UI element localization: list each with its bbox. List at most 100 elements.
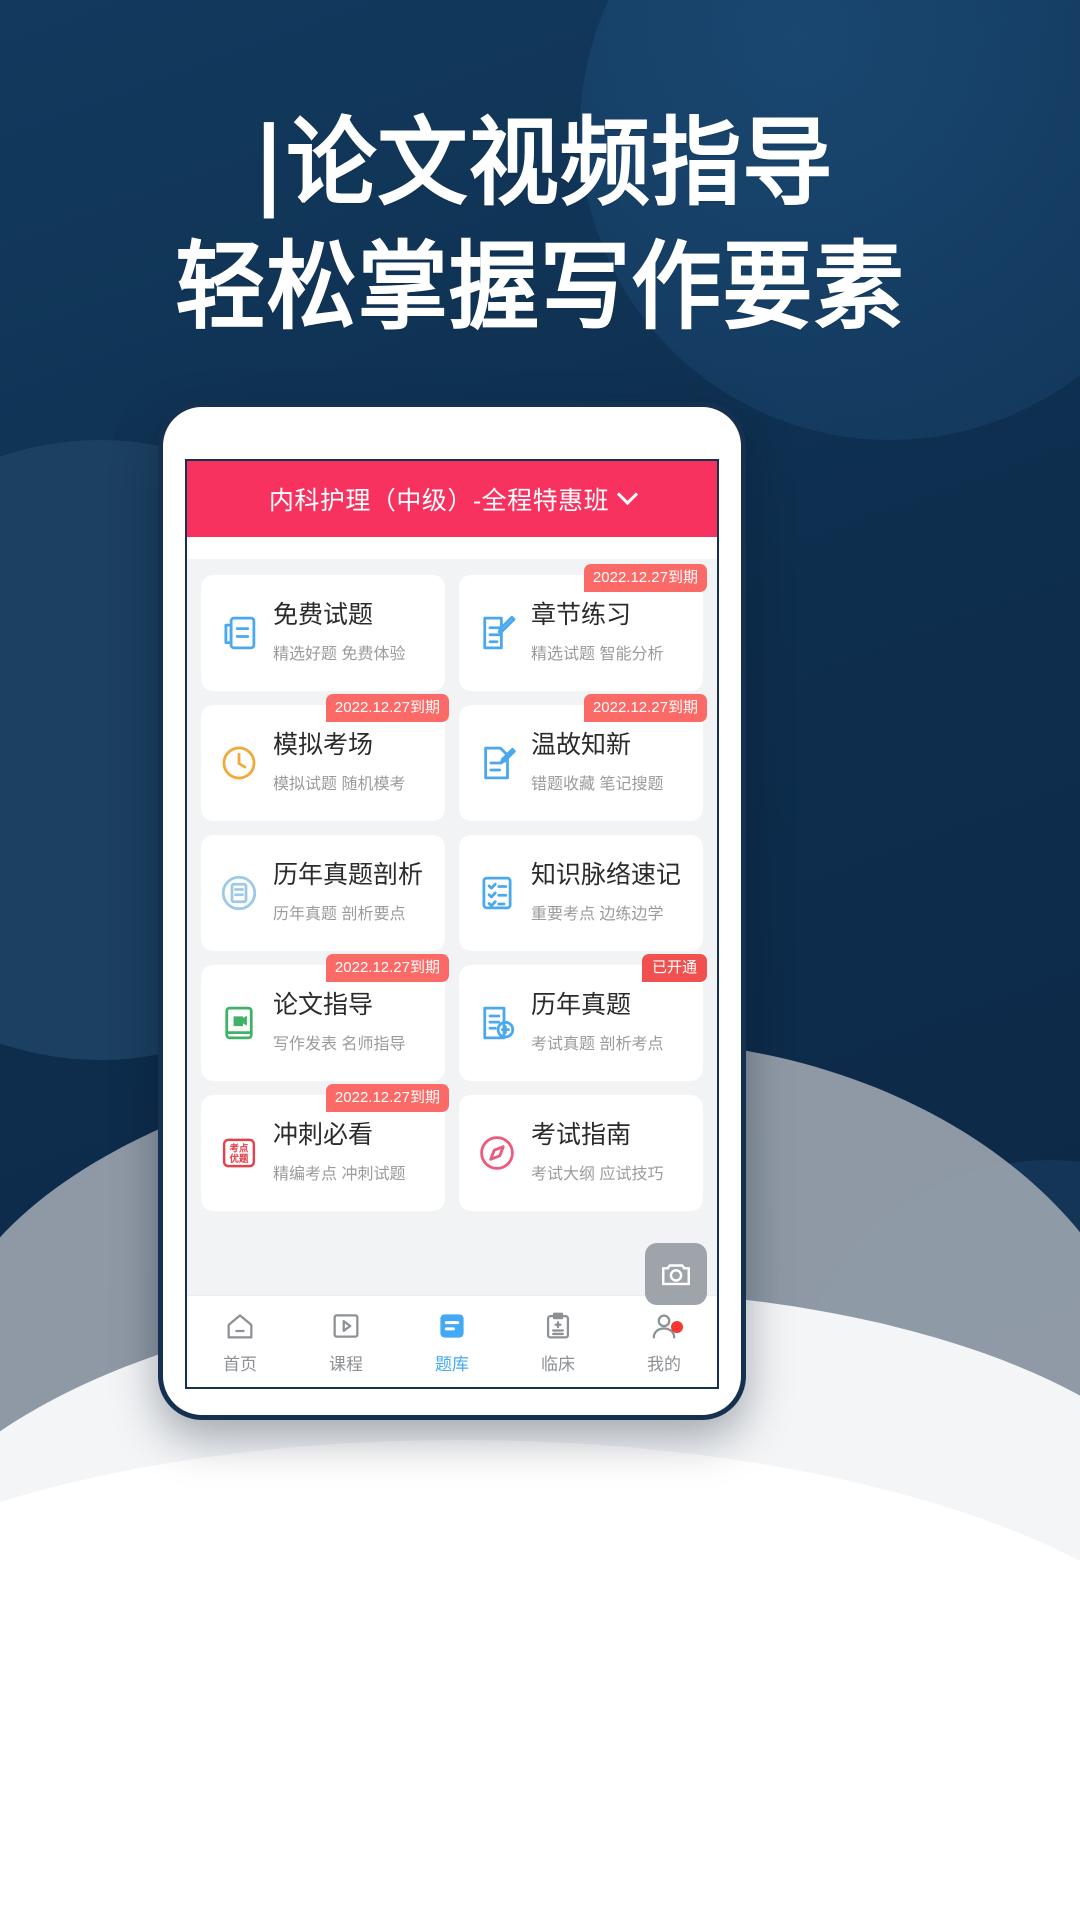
tab-question-bank[interactable]: 题库 [399, 1309, 505, 1375]
card-text: 论文指导写作发表 名师指导 [273, 990, 406, 1055]
card-badge: 已开通 [641, 954, 707, 982]
notification-dot [671, 1320, 683, 1333]
play-square-icon [333, 1313, 359, 1338]
tab-label: 我的 [647, 1354, 681, 1374]
card-title: 论文指导 [273, 990, 374, 1019]
card-icon [217, 871, 261, 915]
tab-clipboard[interactable]: 临床 [505, 1309, 611, 1375]
svg-text:考点: 考点 [230, 1143, 249, 1155]
feature-grid: 免费试题 精选好题 免费体验 2022.12.27到期 章节练习 精选试题 智能分析 20… [201, 564, 707, 1211]
card-subtitle: 精选试题 智能分析 [531, 646, 664, 664]
document-pencil-icon [483, 615, 516, 650]
play-square-icon [329, 1309, 363, 1343]
document-stamp-icon [483, 1006, 515, 1040]
feature-card[interactable]: 2022.12.27到期章节练习精选试题 智能分析 [459, 564, 707, 691]
app-header[interactable]: 内科护理（中级）-全程特惠班 [187, 461, 717, 537]
card-subtitle: 错题收藏 笔记搜题 [531, 776, 664, 794]
card-icon [475, 611, 519, 655]
card-badge: 2022.12.27到期 [325, 694, 449, 722]
card-text: 温故知新错题收藏 笔记搜题 [531, 730, 664, 795]
card-title: 温故知新 [531, 730, 632, 759]
card-title: 冲刺必看 [273, 1120, 374, 1149]
book-circle-icon [221, 875, 257, 911]
card-icon [217, 741, 261, 785]
card-badge: 2022.12.27到期 [325, 954, 449, 982]
feature-card[interactable]: 考试指南考试大纲 应试技巧 [459, 1095, 703, 1211]
card-title: 章节练习 [531, 600, 632, 629]
background-wave-white [0, 1440, 1080, 1920]
tab-label: 首页 [223, 1354, 257, 1374]
card-text: 历年真题剖析历年真题 剖析要点 [273, 860, 424, 925]
tab-user[interactable]: 我的 [611, 1309, 717, 1375]
clock-icon [222, 746, 256, 780]
card-icon [475, 1131, 519, 1175]
feature-card[interactable]: 2022.12.27到期模拟考场模拟试题 随机模考 [201, 694, 449, 821]
card-subtitle: 考试大纲 应试技巧 [531, 1166, 664, 1184]
question-bank-icon [435, 1309, 469, 1343]
card-subtitle: 模拟试题 随机模考 [273, 776, 406, 794]
feature-card[interactable]: 已开通 历年真题考试真题 剖析考点 [459, 954, 707, 1081]
course-selector-label: 内科护理（中级）-全程特惠班 [268, 487, 610, 515]
chevron-down-icon [617, 483, 639, 505]
card-title: 免费试题 [273, 600, 374, 629]
card-title: 考试指南 [531, 1120, 632, 1149]
card-subtitle: 精编考点 冲刺试题 [273, 1166, 406, 1184]
poster-stage: |论文视频指导 轻松掌握写作要素 内科护理（中级）-全程特惠班 免费试题 精选好题… [0, 0, 1080, 1920]
feature-card[interactable]: 知识脉络速记重要考点 边练边学 [459, 835, 703, 951]
feature-card[interactable]: 2022.12.27到期温故知新错题收藏 笔记搜题 [459, 694, 707, 821]
card-badge: 2022.12.27到期 [325, 1084, 449, 1112]
tab-play-square[interactable]: 课程 [293, 1309, 399, 1375]
header-spacer [187, 537, 717, 559]
card-icon [475, 1001, 519, 1045]
clipboard-icon [546, 1312, 570, 1338]
tab-home[interactable]: 首页 [187, 1309, 293, 1375]
tab-label: 课程 [329, 1354, 363, 1374]
card-subtitle: 重要考点 边练边学 [531, 906, 664, 924]
phone-screen: 内科护理（中级）-全程特惠班 免费试题精选好题 免费体验 2022.12.27到期… [185, 459, 719, 1389]
card-text: 考试指南考试大纲 应试技巧 [531, 1120, 664, 1185]
note-edit-icon [484, 746, 516, 780]
tab-label: 临床 [541, 1354, 575, 1374]
feature-card[interactable]: 免费试题精选好题 免费体验 [201, 575, 445, 691]
svg-text:优题: 优题 [230, 1153, 249, 1165]
feature-card[interactable]: 2022.12.27到期论文指导写作发表 名师指导 [201, 954, 449, 1081]
card-subtitle: 写作发表 名师指导 [273, 1036, 406, 1054]
card-text: 章节练习精选试题 智能分析 [531, 600, 664, 665]
card-icon [475, 871, 519, 915]
card-icon [217, 1001, 261, 1045]
phone-mockup: 内科护理（中级）-全程特惠班 免费试题精选好题 免费体验 2022.12.27到期… [158, 402, 746, 1420]
feature-grid-wrapper: 免费试题 精选好题 免费体验 2022.12.27到期 章节练习 精选试题 智能分析 20… [187, 559, 717, 1295]
card-icon [475, 741, 519, 785]
card-badge: 2022.12.27到期 [583, 564, 707, 592]
card-badge: 2022.12.27到期 [583, 694, 707, 722]
card-icon [217, 611, 261, 655]
tab-label: 题库 [435, 1354, 469, 1374]
camera-icon [662, 1264, 690, 1286]
card-title: 知识脉络速记 [531, 860, 682, 889]
feature-card[interactable]: 历年真题剖析历年真题 剖析要点 [201, 835, 445, 951]
key-points-icon: 考点优题 [222, 1138, 256, 1168]
compass-icon [480, 1136, 514, 1170]
card-text: 模拟考场模拟试题 随机模考 [273, 730, 406, 795]
card-text: 免费试题精选好题 免费体验 [273, 600, 406, 665]
card-icon: 考点 优题 [217, 1131, 261, 1175]
camera-fab-button[interactable] [645, 1243, 707, 1305]
card-subtitle: 历年真题 剖析要点 [273, 906, 406, 924]
card-text: 知识脉络速记重要考点 边练边学 [531, 860, 682, 925]
home-icon [227, 1313, 253, 1338]
card-subtitle: 考试真题 剖析考点 [531, 1036, 664, 1054]
card-title: 模拟考场 [273, 730, 374, 759]
card-title: 历年真题 [531, 990, 632, 1019]
card-title: 历年真题剖析 [273, 860, 424, 889]
clipboard-icon [541, 1309, 575, 1343]
checklist-icon [482, 876, 512, 910]
card-text: 历年真题考试真题 剖析考点 [531, 990, 664, 1055]
card-subtitle: 精选好题 免费体验 [273, 646, 406, 664]
card-text: 冲刺必看精编考点 冲刺试题 [273, 1120, 406, 1185]
question-bank-icon [440, 1313, 464, 1338]
home-icon [223, 1309, 257, 1343]
book-video-icon [225, 1006, 253, 1040]
bottom-tab-bar: 首页 课程 题库 临床 我的 [187, 1295, 717, 1387]
document-lines-icon [224, 616, 256, 650]
feature-card[interactable]: 2022.12.27到期 考点 优题 冲刺必看 精编考点 冲刺试题 [201, 1084, 449, 1211]
